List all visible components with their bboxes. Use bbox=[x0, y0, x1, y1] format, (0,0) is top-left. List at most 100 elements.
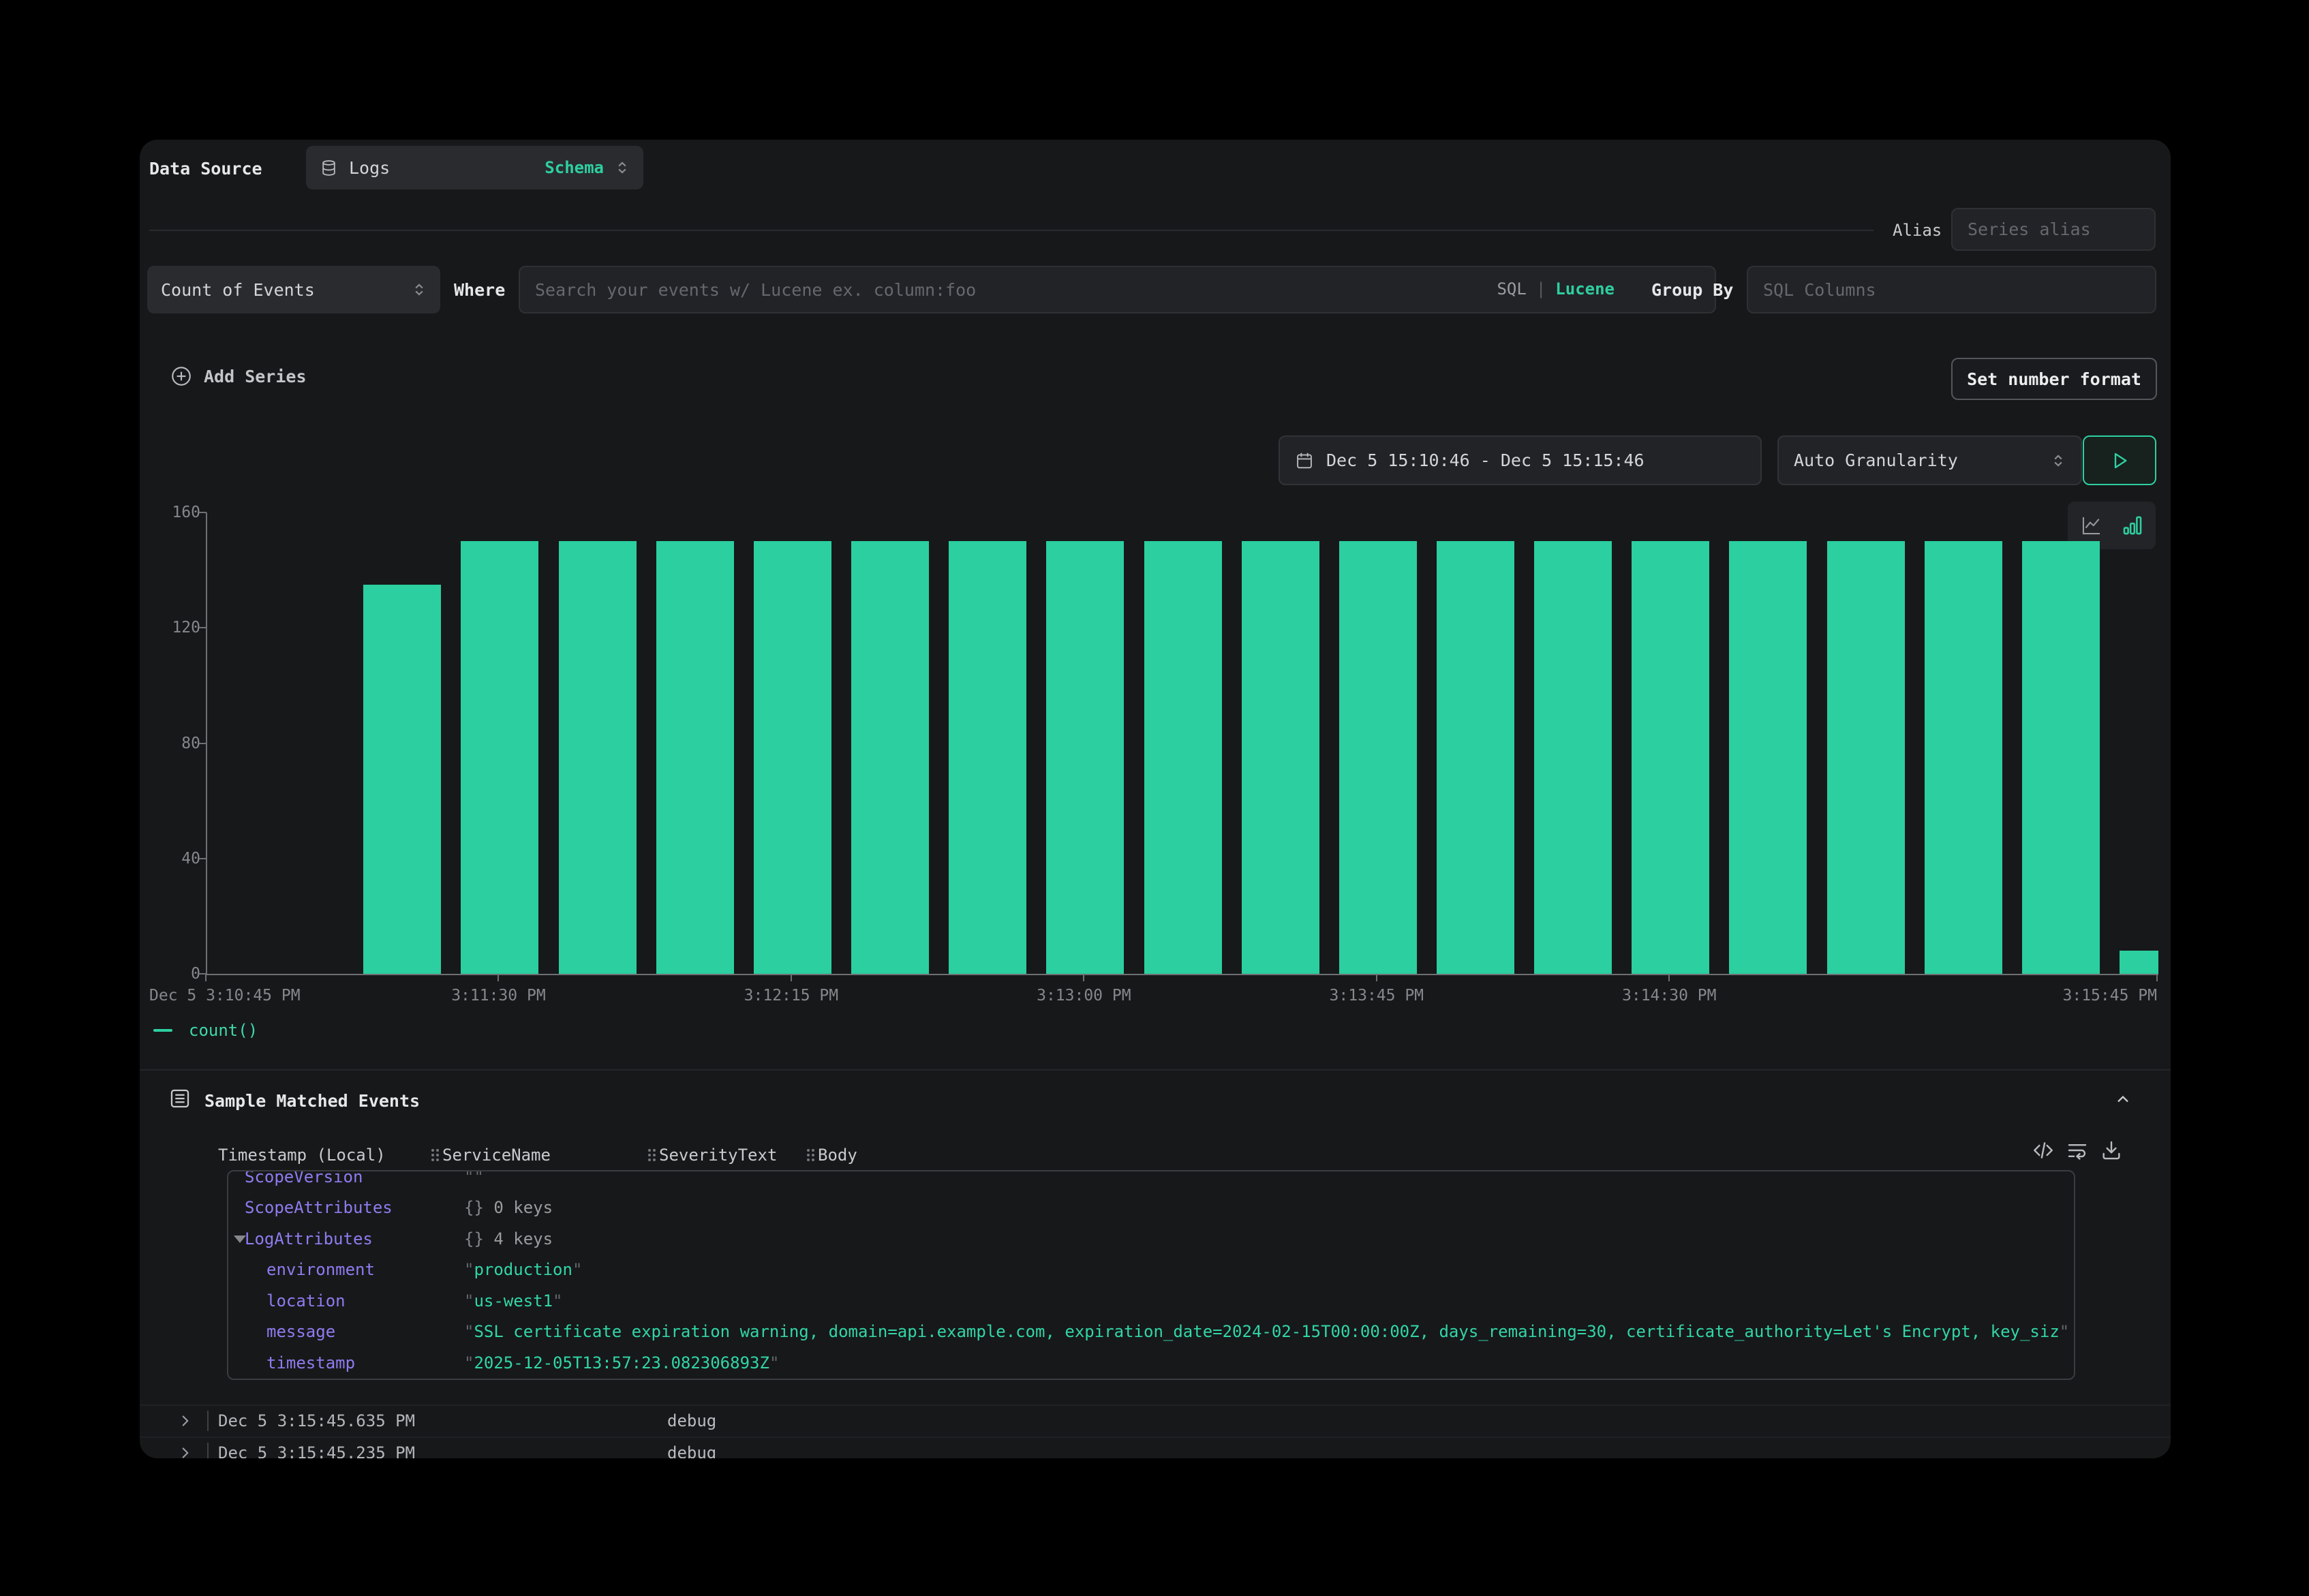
event-row[interactable]: Dec 5 3:15:45.235 PM debug bbox=[140, 1437, 2171, 1458]
x-tick-mark bbox=[1083, 974, 1084, 981]
search-wrap: SQL | Lucene bbox=[519, 266, 1716, 313]
time-range-value: Dec 5 15:10:46 - Dec 5 15:15:46 bbox=[1326, 450, 1645, 470]
legend-label: count() bbox=[189, 1021, 258, 1040]
aggregation-value: Count of Events bbox=[161, 280, 315, 300]
event-severity: debug bbox=[667, 1443, 716, 1458]
circle-plus-icon bbox=[170, 365, 193, 388]
json-value: "SSL certificate expiration warning, dom… bbox=[464, 1322, 2069, 1341]
drag-handle-icon[interactable] bbox=[807, 1149, 810, 1152]
column-header-severitytext[interactable]: SeverityText bbox=[648, 1141, 777, 1169]
x-tick-label: 3:13:00 PM bbox=[1037, 987, 1131, 1004]
y-axis-labels: 04080120160 bbox=[149, 511, 200, 981]
aggregation-select[interactable]: Count of Events bbox=[147, 266, 440, 313]
bar bbox=[1925, 541, 2002, 974]
sql-toggle[interactable]: SQL bbox=[1497, 279, 1526, 298]
download-icon[interactable] bbox=[2100, 1139, 2123, 1162]
x-tick-label: 3:13:45 PM bbox=[1330, 987, 1424, 1004]
expanded-event-detail: ScopeVersion"" ScopeAttributes {} 0 keys Lo… bbox=[227, 1170, 2075, 1380]
json-row-timestamp[interactable]: timestamp"2025-12-05T13:57:23.082306893Z… bbox=[228, 1347, 2074, 1379]
column-header-timestamp-local-[interactable]: Timestamp (Local) bbox=[218, 1141, 386, 1169]
bar bbox=[559, 541, 637, 974]
bar bbox=[1632, 541, 1709, 974]
column-header-servicename[interactable]: ServiceName bbox=[431, 1141, 551, 1169]
json-key: environment bbox=[266, 1260, 375, 1279]
column-label: Timestamp (Local) bbox=[218, 1146, 386, 1165]
x-tick-mark bbox=[1376, 974, 1377, 981]
json-key: timestamp bbox=[266, 1353, 355, 1372]
schema-link[interactable]: Schema bbox=[545, 158, 604, 177]
chart: 04080120160 Dec 5 3:10:45 PM3:11:30 PM3:… bbox=[149, 511, 2157, 1056]
json-key: message bbox=[266, 1322, 335, 1341]
json-value: {} 0 keys bbox=[464, 1198, 553, 1217]
x-tick-mark bbox=[205, 974, 207, 981]
bar bbox=[1242, 541, 1319, 974]
x-tick-mark bbox=[791, 974, 792, 981]
bar bbox=[1437, 541, 1514, 974]
set-number-format-button[interactable]: Set number format bbox=[1951, 358, 2157, 400]
collapse-chevron-up-icon[interactable] bbox=[2113, 1090, 2132, 1109]
drag-handle-icon[interactable] bbox=[648, 1149, 651, 1152]
json-value: "production" bbox=[464, 1260, 582, 1279]
bar bbox=[2120, 951, 2158, 974]
add-series-label: Add Series bbox=[204, 367, 307, 386]
x-tick-mark bbox=[2156, 974, 2158, 981]
selector-chevrons-icon bbox=[412, 282, 427, 297]
play-icon bbox=[2109, 450, 2130, 472]
group-by-input[interactable] bbox=[1747, 266, 2156, 313]
json-value: {} 4 keys bbox=[464, 1229, 553, 1248]
column-label: Body bbox=[818, 1146, 857, 1165]
alias-input[interactable] bbox=[1951, 208, 2156, 251]
database-icon bbox=[320, 159, 338, 177]
event-row[interactable]: Dec 5 3:15:45.635 PMdebug bbox=[140, 1405, 2171, 1437]
events-title: Sample Matched Events bbox=[204, 1091, 420, 1111]
x-tick-label: Dec 5 3:10:45 PM bbox=[149, 987, 301, 1004]
event-severity: debug bbox=[667, 1411, 716, 1430]
y-tick-label: 120 bbox=[149, 617, 200, 638]
json-row-message[interactable]: message "SSL certificate expiration warni… bbox=[228, 1317, 2074, 1348]
json-row-LogAttributes[interactable]: LogAttributes{} 4 keys bbox=[228, 1223, 2074, 1255]
x-tick-mark bbox=[498, 974, 499, 981]
run-query-button[interactable] bbox=[2083, 435, 2156, 485]
granularity-select[interactable]: Auto Granularity bbox=[1777, 435, 2082, 485]
events-columns: Timestamp (Local) ServiceName SeverityText… bbox=[140, 1141, 2171, 1169]
plot-area[interactable] bbox=[206, 512, 2158, 975]
code-view-icon[interactable] bbox=[2032, 1139, 2055, 1162]
event-timestamp: Dec 5 3:15:45.235 PM bbox=[218, 1443, 415, 1458]
y-tick-label: 80 bbox=[149, 733, 200, 754]
lucene-toggle[interactable]: Lucene bbox=[1555, 279, 1615, 298]
y-tick-label: 160 bbox=[149, 502, 200, 523]
group-by-label: Group By bbox=[1651, 280, 1733, 300]
json-row-location[interactable]: location "us-west1" bbox=[228, 1285, 2074, 1317]
json-row-ScopeVersion[interactable]: ScopeVersion"" bbox=[228, 1170, 2074, 1193]
y-tick-mark bbox=[199, 627, 207, 628]
column-header-body[interactable]: Body bbox=[807, 1141, 857, 1169]
json-key: ScopeAttributes bbox=[245, 1198, 393, 1217]
query-builder-panel: Data Source Logs Schema Alias Count of E… bbox=[140, 140, 2171, 1458]
data-source-select[interactable]: Logs Schema bbox=[306, 146, 643, 189]
data-source-label: Data Source bbox=[149, 159, 262, 179]
bar bbox=[1046, 541, 1124, 974]
y-tick-mark bbox=[199, 743, 207, 744]
bar bbox=[851, 541, 929, 974]
triangle-down-icon[interactable] bbox=[234, 1236, 246, 1243]
bar bbox=[1534, 541, 1612, 974]
json-row-environment[interactable]: environment "production" bbox=[228, 1255, 2074, 1286]
drag-handle-icon[interactable] bbox=[431, 1149, 434, 1152]
event-rows: Dec 5 3:15:45.635 PMdebugDec 5 3:15:45.2… bbox=[140, 1405, 2171, 1458]
json-key: ScopeVersion bbox=[245, 1170, 363, 1186]
event-detail-json: ScopeVersion"" ScopeAttributes {} 0 keys Lo… bbox=[228, 1170, 2074, 1379]
alias-label: Alias bbox=[1893, 221, 1942, 240]
y-tick-mark bbox=[199, 858, 207, 859]
add-series-button[interactable]: Add Series bbox=[170, 365, 307, 388]
json-row-ScopeAttributes[interactable]: ScopeAttributes {} 0 keys bbox=[228, 1193, 2074, 1224]
bar bbox=[1144, 541, 1222, 974]
json-key: location bbox=[266, 1291, 346, 1310]
severity-bar bbox=[207, 1411, 209, 1431]
granularity-value: Auto Granularity bbox=[1794, 450, 1958, 470]
chart-legend: count() bbox=[153, 1021, 258, 1040]
time-range-picker[interactable]: Dec 5 15:10:46 - Dec 5 15:15:46 bbox=[1279, 435, 1762, 485]
text-wrap-icon[interactable] bbox=[2066, 1139, 2089, 1162]
json-value: "us-west1" bbox=[464, 1291, 563, 1310]
chevron-right-icon[interactable] bbox=[177, 1444, 194, 1458]
chevron-right-icon[interactable] bbox=[177, 1412, 194, 1432]
